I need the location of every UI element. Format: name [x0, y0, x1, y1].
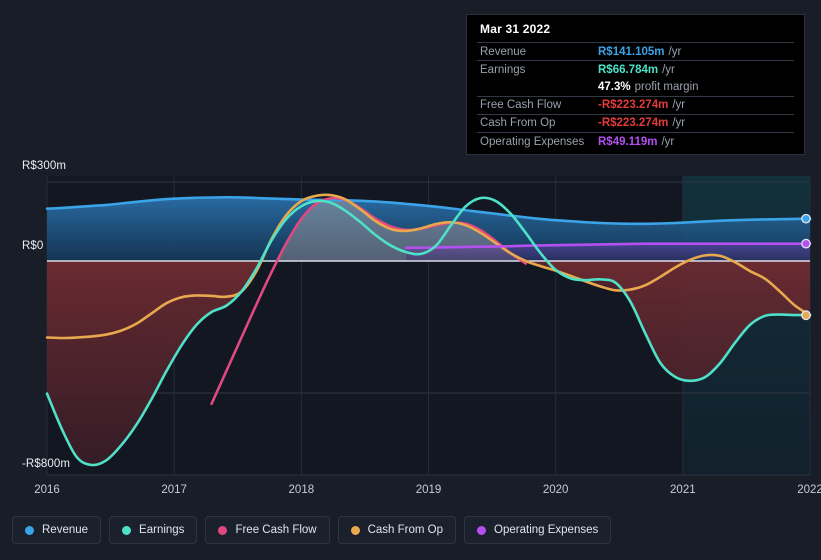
x-axis-tick-2020: 2020: [542, 484, 569, 496]
legend-item-label: Free Cash Flow: [235, 524, 317, 536]
legend-color-dot-icon: [477, 525, 487, 535]
tooltip-row-key: Operating Expenses: [480, 135, 585, 148]
tooltip-row-suffix: profit margin: [634, 80, 699, 93]
legend-color-dot-icon: [350, 525, 360, 535]
legend-color-dot-icon: [218, 525, 228, 535]
tooltip-row-suffix: /yr: [672, 117, 686, 130]
tooltip-row-cash-from-op: Cash From Op -R$223.274m/yr: [477, 113, 794, 132]
tooltip-row-operating-expenses: Operating Expenses R$49.119m/yr: [477, 131, 794, 150]
y-axis-label-top: R$300m: [22, 160, 67, 172]
y-axis-label-zero: R$0: [22, 240, 44, 252]
x-axis-tick-2016: 2016: [34, 484, 60, 496]
tooltip-date: Mar 31 2022: [480, 22, 551, 36]
legend-color-dot-icon: [122, 525, 132, 535]
legend-color-dot-icon: [25, 525, 34, 535]
legend-item-cash-from-op[interactable]: Cash From Op: [337, 516, 457, 544]
tooltip-row-suffix: /yr: [668, 45, 682, 58]
legend-item-label: Revenue: [42, 524, 89, 536]
tooltip-row-value: -R$223.274m: [598, 99, 669, 112]
legend-item-label: Cash From Op: [367, 524, 444, 536]
tooltip-row-value: R$49.119m: [598, 135, 658, 148]
tooltip-row-profit-margin: 47.3% profit margin: [477, 78, 794, 95]
data-tooltip: Mar 31 2022 Revenue R$141.105m/yr Earnings…: [466, 14, 805, 155]
tooltip-row-earnings: Earnings R$66.784m/yr: [477, 60, 794, 78]
y-axis-label-bottom: -R$800m: [22, 458, 70, 470]
legend-item-free-cash-flow[interactable]: Free Cash Flow: [205, 516, 330, 544]
x-axis-tick-2019: 2019: [415, 484, 442, 496]
tooltip-row-free-cash-flow: Free Cash Flow -R$223.274m/yr: [477, 95, 794, 114]
legend-item-revenue[interactable]: Revenue: [12, 516, 102, 544]
tooltip-rows: Revenue R$141.105m/yr Earnings R$66.784m/yr…: [477, 42, 794, 150]
legend-item-label: Operating Expenses: [494, 524, 599, 536]
x-axis-tick-2021: 2021: [670, 484, 696, 496]
tooltip-row-key: Free Cash Flow: [480, 99, 562, 112]
x-axis-tick-2018: 2018: [288, 484, 315, 496]
tooltip-row-suffix: /yr: [661, 135, 675, 148]
tooltip-row-key: Revenue: [480, 45, 527, 58]
tooltip-row-key: Cash From Op: [480, 117, 556, 130]
tooltip-row-value: R$66.784m: [598, 63, 659, 76]
legend-item-label: Earnings: [139, 524, 185, 536]
tooltip-row-value: R$141.105m: [598, 45, 665, 58]
tooltip-row-suffix: /yr: [662, 63, 675, 76]
chart-page: R$300m R$0 -R$800m 2016 2017 2018 2019 2020 2…: [0, 0, 821, 560]
tooltip-row-value: -R$223.274m: [598, 117, 669, 130]
tooltip-row-value: 47.3%: [598, 80, 631, 93]
chart-legend[interactable]: Revenue Earnings Free Cash Flow Cash From O…: [12, 516, 612, 544]
x-axis-tick-2017: 2017: [161, 484, 187, 496]
tooltip-row-suffix: /yr: [672, 99, 686, 112]
x-axis-tick-2022: 2022: [797, 484, 821, 496]
tooltip-row-key: Earnings: [480, 63, 526, 76]
tooltip-row-revenue: Revenue R$141.105m/yr: [477, 42, 794, 60]
legend-item-operating-expenses[interactable]: Operating Expenses: [464, 516, 612, 544]
legend-item-earnings[interactable]: Earnings: [109, 516, 198, 544]
